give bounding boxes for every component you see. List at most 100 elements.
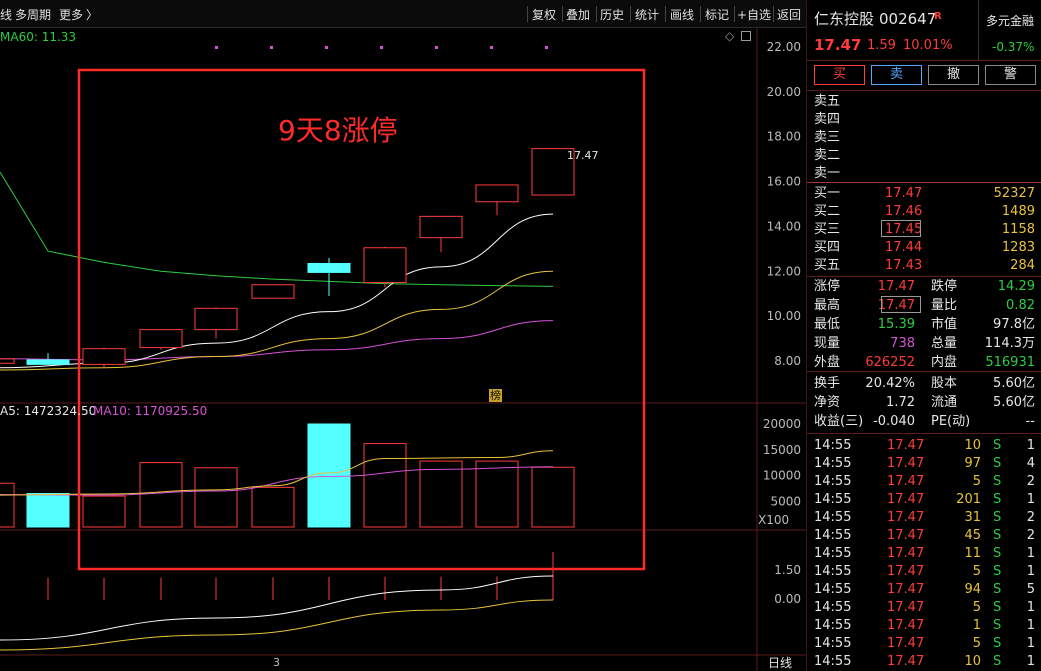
ma60-line bbox=[0, 171, 554, 287]
tick-count: 1 bbox=[1026, 618, 1035, 633]
price-tick-label: 20.00 bbox=[767, 85, 801, 99]
more-button[interactable]: 更多 bbox=[59, 6, 83, 23]
buy-level-price[interactable]: 17.46 bbox=[885, 205, 922, 218]
volume-tick-label: 10000 bbox=[763, 469, 801, 483]
tick-side: S bbox=[993, 474, 1002, 489]
sector-box[interactable]: 多元金融 -0.37% bbox=[978, 0, 1041, 60]
tick-price: 17.47 bbox=[887, 654, 925, 669]
volume-bar-partial bbox=[0, 482, 15, 528]
tick-time: 14:55 bbox=[814, 582, 852, 597]
period-label[interactable]: 日线 bbox=[768, 657, 792, 669]
price-axis: 22.00 20.00 18.00 16.00 14.00 12.00 10.00 8.00 bbox=[767, 40, 801, 368]
tick-count: 2 bbox=[1026, 510, 1035, 525]
fin-label: 收益(三) bbox=[814, 414, 864, 429]
tick-count: 5 bbox=[1026, 582, 1035, 597]
buy-level-price[interactable]: 17.47 bbox=[885, 187, 922, 200]
tick-volume: 10 bbox=[964, 654, 981, 669]
draw-line-button[interactable]: 画线 bbox=[670, 6, 694, 23]
volume-bar bbox=[419, 460, 463, 528]
fin-label: 换手 bbox=[814, 376, 841, 391]
annotation-text: 9天8涨停 bbox=[278, 114, 398, 147]
fin-label: 净资 bbox=[814, 395, 841, 410]
price-tick-label: 18.00 bbox=[767, 130, 801, 144]
tick-time: 14:55 bbox=[814, 438, 852, 453]
overlay-button[interactable]: 叠加 bbox=[566, 6, 590, 23]
tick-side: S bbox=[993, 582, 1002, 597]
tick-count: 1 bbox=[1026, 492, 1035, 507]
tick-count: 2 bbox=[1026, 474, 1035, 489]
sell-level-label: 卖五 bbox=[814, 94, 841, 109]
chevron-right-icon[interactable]: 〉 bbox=[86, 6, 98, 23]
stat-value: 516931 bbox=[985, 355, 1035, 370]
marker-dot bbox=[215, 46, 218, 49]
fuquan-button[interactable]: 复权 bbox=[532, 6, 556, 23]
tick-price: 17.47 bbox=[887, 618, 925, 633]
stat-value: 15.39 bbox=[877, 317, 915, 332]
tick-side: S bbox=[993, 456, 1002, 471]
fin-value: 1.72 bbox=[886, 395, 915, 410]
candle-body bbox=[363, 247, 407, 284]
candle-body bbox=[82, 348, 126, 365]
tick-volume: 1 bbox=[972, 618, 981, 633]
candle-partial bbox=[0, 358, 15, 364]
tick-price: 17.47 bbox=[887, 474, 925, 489]
volume-ma5-legend: A5: 1472324.50 bbox=[0, 404, 97, 418]
tick-price: 17.47 bbox=[887, 582, 925, 597]
period-tab-cut[interactable]: 线 bbox=[0, 6, 12, 23]
volume-tick-label: 15000 bbox=[763, 443, 801, 457]
buy-level-price[interactable]: 17.44 bbox=[885, 241, 922, 254]
tick-price: 17.47 bbox=[887, 492, 925, 507]
tick-side: S bbox=[993, 600, 1002, 615]
indicator-panel: 1.50 0.00 bbox=[0, 552, 801, 651]
buy-level-label: 买五 bbox=[814, 258, 841, 273]
buy-level-label: 买四 bbox=[814, 240, 841, 255]
cancel-order-button[interactable]: 撤 bbox=[928, 65, 979, 85]
tick-side: S bbox=[993, 492, 1002, 507]
rank-badge[interactable]: 榜 bbox=[489, 389, 502, 402]
ma60-legend: MA60: 11.33 bbox=[0, 30, 77, 44]
tick-count: 1 bbox=[1026, 438, 1035, 453]
tick-volume: 5 bbox=[972, 564, 981, 579]
fin-label: 流通 bbox=[931, 395, 958, 410]
sell-button[interactable]: 卖 bbox=[871, 65, 922, 85]
stat-value: 626252 bbox=[865, 355, 915, 370]
alert-button[interactable]: 警 bbox=[985, 65, 1036, 85]
stat-label: 量比 bbox=[931, 298, 958, 313]
statistics-button[interactable]: 统计 bbox=[635, 6, 659, 23]
tick-side: S bbox=[993, 564, 1002, 579]
stock-code: 002647 bbox=[879, 10, 937, 28]
tick-price: 17.47 bbox=[887, 636, 925, 651]
mark-button[interactable]: 标记 bbox=[705, 6, 729, 23]
sell-level-label: 卖四 bbox=[814, 112, 841, 127]
tick-side: S bbox=[993, 546, 1002, 561]
back-button[interactable]: 返回 bbox=[777, 6, 801, 23]
marker-dot bbox=[270, 46, 273, 49]
candle-body bbox=[251, 284, 295, 299]
fin-value: -- bbox=[1025, 414, 1035, 429]
buy-level-volume: 1489 bbox=[1001, 204, 1035, 219]
tick-volume: 45 bbox=[964, 528, 981, 543]
stat-value: 97.8亿 bbox=[993, 317, 1035, 332]
tick-count: 1 bbox=[1026, 636, 1035, 651]
moving-average-lines bbox=[0, 149, 566, 371]
buy-level-label: 买三 bbox=[814, 222, 841, 237]
tick-count: 1 bbox=[1026, 654, 1035, 669]
tick-time: 14:55 bbox=[814, 600, 852, 615]
candle-body bbox=[419, 215, 463, 239]
maximize-icon[interactable] bbox=[741, 31, 751, 41]
stat-label: 最高 bbox=[814, 298, 841, 313]
diamond-icon[interactable]: ◇ bbox=[725, 30, 734, 42]
stat-label: 涨停 bbox=[814, 279, 841, 294]
current-price: 17.47 bbox=[814, 36, 862, 54]
candle-body bbox=[139, 329, 183, 349]
stat-label: 外盘 bbox=[814, 355, 841, 370]
multi-period-button[interactable]: 多周期 bbox=[15, 6, 51, 23]
fin-label: 股本 bbox=[931, 376, 958, 391]
kline-chart[interactable]: 22.0020.0018.0016.0014.0012.0010.008.00 … bbox=[0, 28, 806, 671]
buy-button[interactable]: 买 bbox=[814, 65, 865, 85]
history-button[interactable]: 历史 bbox=[600, 6, 624, 23]
buy-level-price[interactable]: 17.43 bbox=[885, 259, 922, 272]
chart-toolbar: 线 多周期 更多 〉 复权 叠加 历史 统计 画线 标记 +自选 返回 bbox=[0, 0, 806, 28]
tick-price: 17.47 bbox=[887, 456, 925, 471]
add-watchlist-button[interactable]: +自选 bbox=[737, 6, 771, 23]
